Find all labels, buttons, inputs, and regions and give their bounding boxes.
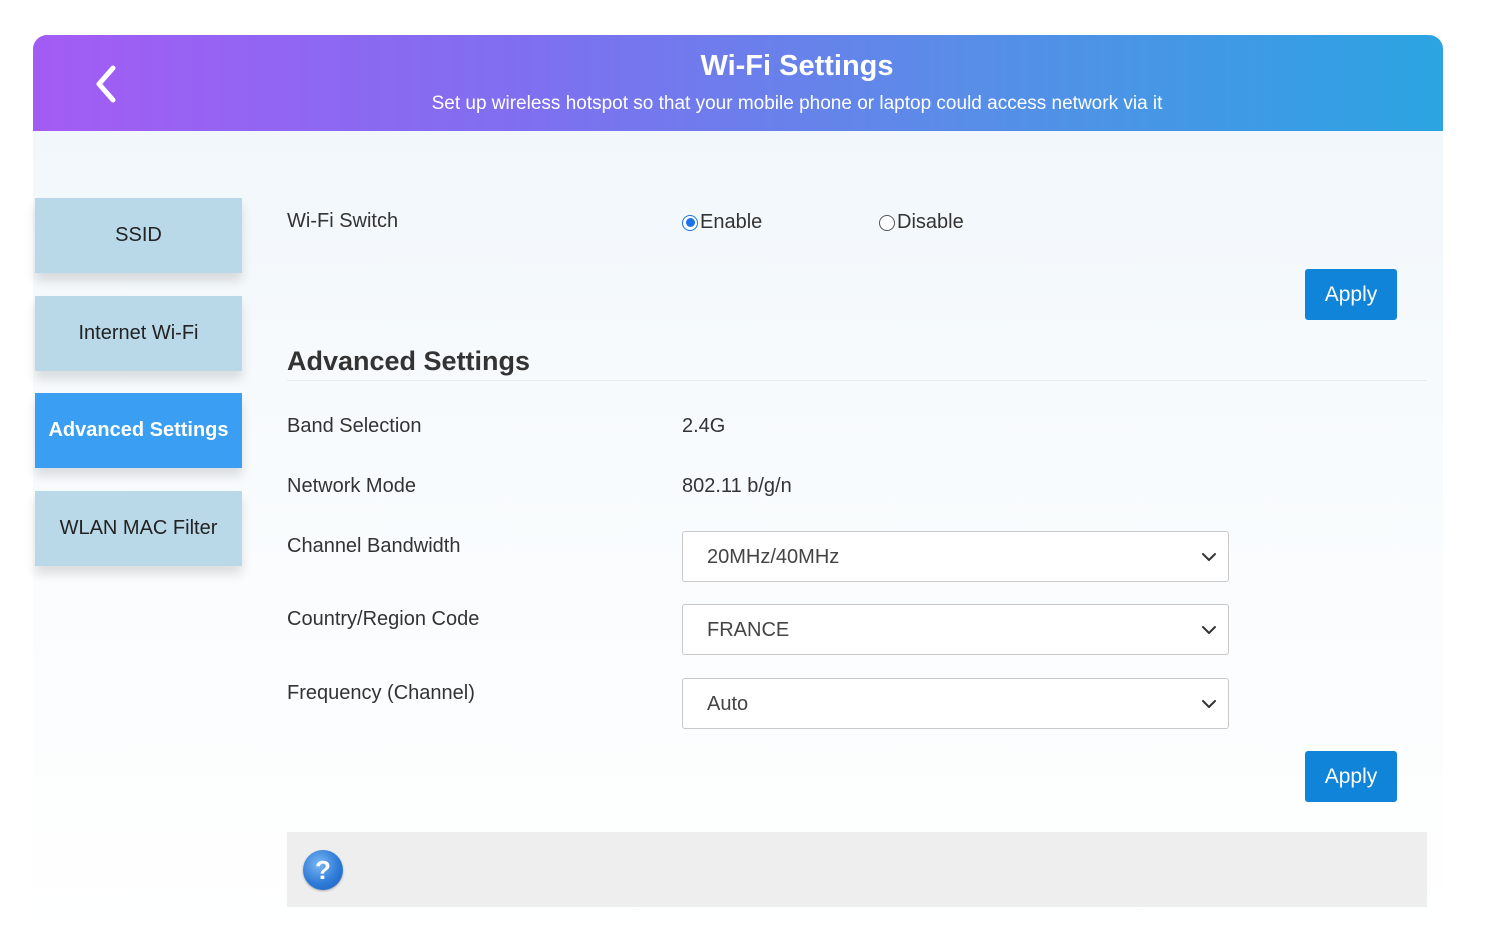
page-subtitle: Set up wireless hotspot so that your mob… (431, 93, 1163, 114)
select-value: FRANCE (707, 619, 790, 641)
disable-radio[interactable]: Disable (879, 211, 964, 234)
network-mode-value: 802.11 b/g/n (682, 475, 792, 497)
section-title: Advanced Settings (287, 346, 531, 376)
wifi-switch-label: Wi-Fi Switch (287, 210, 399, 232)
help-icon[interactable]: ? (303, 850, 343, 890)
sidebar-item-label: WLAN MAC Filter (59, 517, 218, 539)
divider (287, 380, 1427, 381)
country-region-select[interactable]: FRANCE (682, 604, 1229, 655)
help-bar: ? (287, 832, 1427, 907)
radio-unchecked[interactable] (879, 214, 895, 231)
sidebar-item-advanced-settings[interactable]: Advanced Settings (35, 393, 242, 468)
select-value: Auto (707, 693, 749, 715)
chevron-down-icon (1202, 700, 1216, 708)
sidebar-item-internet-wifi[interactable]: Internet Wi-Fi (35, 296, 242, 371)
apply-advanced-button[interactable]: Apply (1305, 751, 1397, 802)
band-selection-label: Band Selection (287, 415, 422, 437)
select-value: 20MHz/40MHz (707, 546, 840, 568)
sidebar-item-label: Advanced Settings (48, 419, 229, 441)
chevron-down-icon (1202, 553, 1216, 561)
enable-radio[interactable]: Enable (682, 211, 762, 234)
chevron-down-icon (1202, 626, 1216, 634)
country-region-label: Country/Region Code (287, 608, 480, 630)
sidebar-item-label: Internet Wi-Fi (78, 322, 199, 344)
network-mode-label: Network Mode (287, 475, 416, 497)
sidebar-item-ssid[interactable]: SSID (35, 198, 242, 273)
radio-checked[interactable] (682, 214, 698, 231)
sidebar-item-wlan-mac-filter[interactable]: WLAN MAC Filter (35, 491, 242, 566)
channel-bandwidth-label: Channel Bandwidth (287, 535, 461, 557)
page-header: Wi-Fi Settings Set up wireless hotspot s… (33, 35, 1443, 131)
sidebar-item-label: SSID (115, 224, 162, 246)
disable-radio-label: Disable (897, 211, 964, 233)
band-selection-value: 2.4G (682, 415, 726, 437)
page-title: Wi-Fi Settings (700, 50, 894, 82)
frequency-select[interactable]: Auto (682, 678, 1229, 729)
enable-radio-label: Enable (700, 211, 763, 233)
channel-bandwidth-select[interactable]: 20MHz/40MHz (682, 531, 1229, 582)
frequency-label: Frequency (Channel) (287, 682, 475, 704)
apply-wifi-switch-button[interactable]: Apply (1305, 269, 1397, 320)
